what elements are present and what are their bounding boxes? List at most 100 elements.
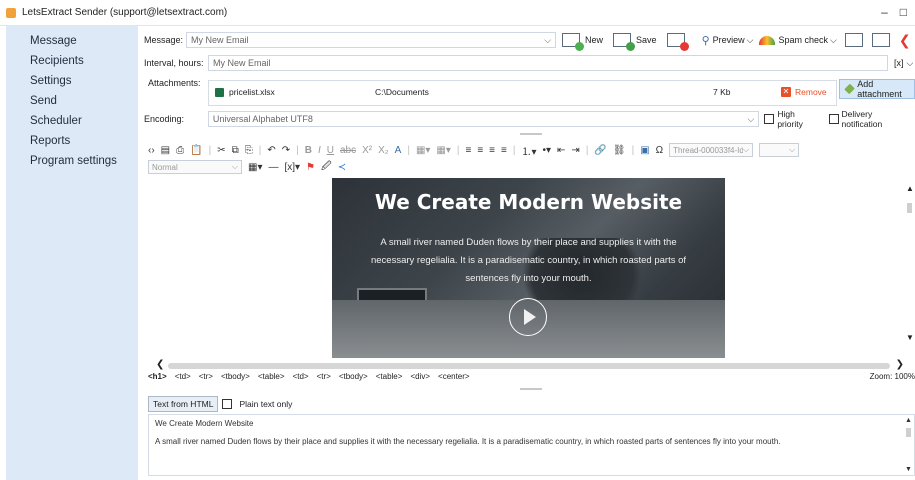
high-priority-label: High priority bbox=[777, 109, 803, 129]
italic-icon[interactable]: I bbox=[318, 145, 321, 156]
bg-color-icon[interactable]: ▦▾ bbox=[436, 145, 450, 156]
thread-select[interactable]: Thread-000033f4-Id-00 ⌵ bbox=[669, 143, 754, 157]
tag-item[interactable]: <center> bbox=[438, 372, 470, 381]
underline-icon[interactable]: U bbox=[327, 145, 334, 156]
subscript-icon[interactable]: X₂ bbox=[378, 145, 389, 156]
add-mail-button[interactable] bbox=[871, 33, 893, 47]
red-arrow-icon: ❮ bbox=[898, 31, 911, 48]
html-editor[interactable]: We Create Modern Website A small river n… bbox=[144, 178, 915, 370]
minimize-button[interactable]: – bbox=[881, 5, 888, 19]
tag-item[interactable]: <td> bbox=[293, 372, 309, 381]
editor-vertical-scrollbar[interactable]: ▲ ▼ bbox=[905, 178, 915, 366]
align-left-icon[interactable]: ≡ bbox=[465, 145, 471, 156]
tag-item[interactable]: <tbody> bbox=[221, 372, 250, 381]
bold-icon[interactable]: B bbox=[305, 145, 312, 156]
superscript-icon[interactable]: X² bbox=[362, 145, 372, 156]
clear-format-icon[interactable]: A bbox=[395, 145, 402, 156]
main-panel: Message: My New Email ⌵ New Save ⚲ Previ… bbox=[144, 26, 915, 480]
delivery-notification-checkbox[interactable]: Delivery notification bbox=[828, 109, 915, 129]
interval-input[interactable] bbox=[208, 55, 888, 71]
save-button[interactable]: Save bbox=[613, 33, 657, 51]
high-priority-checkbox[interactable]: High priority bbox=[764, 109, 822, 129]
print-icon[interactable]: ⎙ bbox=[176, 145, 184, 156]
unlink-icon[interactable]: ⛓ bbox=[613, 145, 626, 156]
copy-icon[interactable]: ⧉ bbox=[232, 145, 239, 156]
paste-icon[interactable]: ⎘ bbox=[245, 145, 253, 156]
share-icon[interactable]: ≺ bbox=[338, 162, 346, 173]
macro-insert-icon[interactable]: [x]▾ bbox=[284, 162, 300, 173]
preview-label: Preview bbox=[712, 35, 745, 45]
align-center-icon[interactable]: ≡ bbox=[477, 145, 483, 156]
message-label: Message: bbox=[144, 35, 184, 45]
sidebar-item-reports[interactable]: Reports bbox=[6, 131, 138, 151]
tag-item[interactable]: <tr> bbox=[317, 372, 331, 381]
title-bar: LetsExtract Sender (support@letsextract.… bbox=[0, 0, 915, 26]
source-code-icon[interactable]: ‹› bbox=[148, 145, 155, 156]
text-color-icon[interactable]: ▦▾ bbox=[416, 145, 430, 156]
cut-icon[interactable]: ✂ bbox=[217, 145, 225, 156]
remove-attachment-button[interactable]: ✕ Remove bbox=[781, 87, 827, 97]
templates-icon[interactable]: ▤ bbox=[161, 145, 170, 156]
interval-label: Interval, hours: bbox=[144, 58, 204, 68]
link-icon[interactable]: 🔗 bbox=[594, 145, 606, 156]
plain-text-only-checkbox[interactable] bbox=[222, 399, 233, 409]
style-select[interactable]: Normal ⌵ bbox=[148, 160, 242, 174]
sidebar-item-scheduler[interactable]: Scheduler bbox=[6, 111, 138, 131]
tag-item[interactable]: <div> bbox=[410, 372, 430, 381]
sidebar-item-send[interactable]: Send bbox=[6, 91, 138, 111]
tag-item[interactable]: <h1> bbox=[148, 372, 167, 381]
paste-text-icon[interactable]: 📋 bbox=[190, 145, 202, 156]
redo-icon[interactable]: ↷ bbox=[282, 145, 290, 156]
text-from-html-button[interactable]: Text from HTML bbox=[148, 396, 219, 412]
splitter-handle[interactable] bbox=[520, 133, 542, 135]
sidebar-item-recipients[interactable]: Recipients bbox=[6, 51, 138, 71]
add-attachment-button[interactable]: Add attachment bbox=[839, 79, 915, 99]
attachment-row[interactable]: pricelist.xlsx C:\Documents 7 Kb ✕ Remov… bbox=[215, 87, 830, 97]
preview-button[interactable]: ⚲ Preview ⌵ bbox=[702, 34, 754, 47]
image-icon[interactable]: ▣ bbox=[640, 145, 649, 156]
send-mail-button[interactable] bbox=[844, 33, 866, 47]
bullet-list-icon[interactable]: •▾ bbox=[543, 145, 552, 156]
horizontal-line-icon[interactable]: — bbox=[268, 162, 278, 173]
size-select[interactable]: ⌵ bbox=[759, 143, 800, 157]
new-button[interactable]: New bbox=[562, 33, 603, 51]
attachment-size: 7 Kb bbox=[713, 87, 731, 97]
special-char-icon[interactable]: Ω bbox=[656, 145, 663, 156]
play-icon[interactable] bbox=[509, 298, 547, 336]
maximize-button[interactable]: □ bbox=[900, 5, 907, 19]
flag-icon[interactable]: ⚑ bbox=[306, 162, 315, 173]
indent-icon[interactable]: ⇥ bbox=[571, 145, 579, 156]
tag-item[interactable]: <td> bbox=[175, 372, 191, 381]
sidebar-item-settings[interactable]: Settings bbox=[6, 71, 138, 91]
encoding-select[interactable]: Universal Alphabet UTF8 ⌵ bbox=[207, 111, 760, 127]
spam-check-button[interactable]: Spam check ⌵ bbox=[759, 35, 837, 46]
sidebar-item-message[interactable]: Message bbox=[6, 31, 138, 51]
align-right-icon[interactable]: ≡ bbox=[489, 145, 495, 156]
thread-value: Thread-000033f4-Id-00 bbox=[673, 145, 744, 155]
outdent-icon[interactable]: ⇤ bbox=[557, 145, 565, 156]
editor-horizontal-scrollbar[interactable]: ❮ ❯ bbox=[150, 359, 910, 371]
align-justify-icon[interactable]: ≡ bbox=[501, 145, 507, 156]
tag-item[interactable]: <tbody> bbox=[339, 372, 368, 381]
numbered-list-icon[interactable]: ⒈▾ bbox=[521, 143, 536, 158]
tag-item[interactable]: <table> bbox=[376, 372, 403, 381]
more-button[interactable]: ❮ bbox=[899, 32, 911, 49]
undo-icon[interactable]: ↶ bbox=[267, 145, 275, 156]
splitter-handle-2[interactable] bbox=[520, 388, 542, 390]
sidebar-item-program-settings[interactable]: Program settings bbox=[6, 151, 138, 171]
plain-text-scrollbar[interactable]: ▲ ▼ bbox=[905, 417, 913, 473]
personalize-link-icon[interactable]: 🖉 bbox=[321, 159, 332, 176]
envelope-add-icon bbox=[871, 33, 890, 47]
table-icon[interactable]: ▦▾ bbox=[248, 162, 262, 173]
tag-item[interactable]: <table> bbox=[258, 372, 285, 381]
attachment-name: pricelist.xlsx bbox=[229, 87, 275, 97]
magnifier-icon: ⚲ bbox=[701, 34, 710, 47]
macro-button[interactable]: [x] bbox=[894, 58, 904, 68]
delete-message-button[interactable] bbox=[666, 33, 689, 51]
chevron-down-icon[interactable]: ⌵ bbox=[907, 58, 914, 69]
message-select[interactable]: My New Email ⌵ bbox=[186, 32, 557, 48]
chevron-down-icon: ⌵ bbox=[746, 34, 754, 45]
tag-item[interactable]: <tr> bbox=[199, 372, 213, 381]
plain-text-area[interactable]: We Create Modern Website A small river n… bbox=[148, 414, 915, 476]
strikethrough-icon[interactable]: abc bbox=[340, 145, 356, 156]
